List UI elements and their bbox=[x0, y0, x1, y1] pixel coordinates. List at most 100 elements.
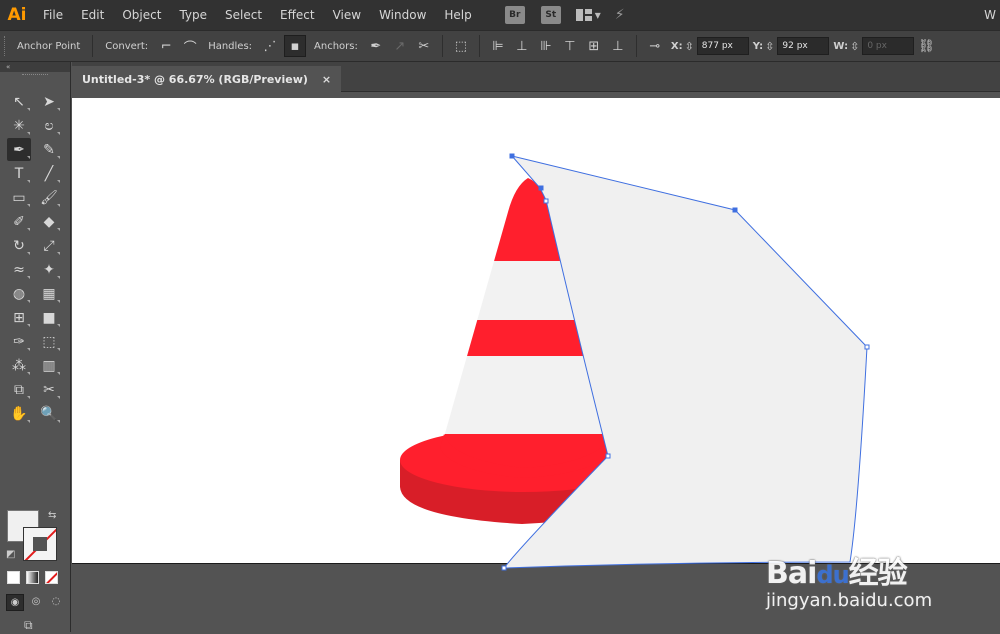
draw-mode-row: ◉ ◎ ◌ bbox=[6, 594, 64, 611]
menu-effect[interactable]: Effect bbox=[271, 0, 324, 30]
menu-object[interactable]: Object bbox=[113, 0, 170, 30]
align-to-icon[interactable]: ⬚ bbox=[451, 36, 471, 56]
eraser-tool-icon[interactable]: ◆ bbox=[37, 210, 61, 233]
x-field[interactable]: 877 px bbox=[696, 37, 749, 55]
fill-mode-row bbox=[7, 571, 58, 584]
draw-behind-icon[interactable]: ◎ bbox=[28, 594, 44, 609]
menu-window[interactable]: Window bbox=[370, 0, 435, 30]
lasso-tool-icon[interactable]: ಲ bbox=[37, 114, 61, 137]
watermark-brand: Bai bbox=[766, 556, 817, 591]
close-tab-icon[interactable]: × bbox=[322, 73, 331, 86]
shaper-tool-icon[interactable]: ✐ bbox=[7, 210, 31, 233]
magic-wand-tool-icon[interactable]: ✳ bbox=[7, 114, 31, 137]
puppet-warp-tool-icon[interactable]: ✦ bbox=[37, 258, 61, 281]
baidu-watermark: Baidu经验 jingyan.baidu.com bbox=[766, 548, 932, 611]
gpu-performance-icon[interactable]: ⚡ bbox=[615, 7, 625, 23]
shape-builder-tool-icon[interactable]: ◍ bbox=[7, 282, 31, 305]
align-center-icon[interactable]: ⊥ bbox=[512, 36, 532, 56]
menu-help[interactable]: Help bbox=[435, 0, 480, 30]
document-tab-bar: Untitled-3* @ 66.67% (RGB/Preview) × bbox=[72, 62, 1000, 92]
convert-to-smooth-icon[interactable]: ⌒ bbox=[180, 36, 200, 56]
y-field[interactable]: 92 px bbox=[777, 37, 830, 55]
tools-panel-collapse[interactable]: « bbox=[0, 62, 70, 72]
watermark-brand-cn: 经验 bbox=[848, 556, 908, 591]
blend-tool-icon[interactable]: ⬚ bbox=[37, 330, 61, 353]
artboard-tool-icon[interactable]: ⧉ bbox=[7, 378, 31, 401]
symbol-sprayer-tool-icon[interactable]: ⁂ bbox=[7, 354, 31, 377]
tool-grid: ↖ ➤ ✳ ಲ ✒ ✎ T ╱ ▭ 🖌 ✐ ◆ ↻ ⤢ ≈ ✦ ◍ ▦ ⊞ ■ ✑ ⬚ ⁂ ▥ ⧉ ✂ ✋ 🔍 bbox=[7, 90, 63, 425]
y-label: Y: bbox=[752, 40, 764, 52]
show-handles-icon[interactable]: ⋰ bbox=[260, 36, 280, 56]
draw-normal-icon[interactable]: ◉ bbox=[6, 594, 24, 611]
chevron-down-icon: ▾ bbox=[594, 8, 601, 22]
anchor-point-label: Anchor Point bbox=[17, 40, 81, 52]
anchors-label: Anchors: bbox=[314, 40, 358, 52]
scale-tool-icon[interactable]: ⤢ bbox=[37, 234, 61, 257]
document-tab[interactable]: Untitled-3* @ 66.67% (RGB/Preview) × bbox=[72, 66, 342, 92]
arrange-documents-button[interactable]: ▾ bbox=[575, 8, 601, 22]
tools-panel-grip[interactable] bbox=[22, 74, 48, 81]
curvature-tool-icon[interactable]: ✎ bbox=[37, 138, 61, 161]
gradient-mode-button[interactable] bbox=[26, 571, 39, 584]
width-tool-icon[interactable]: ≈ bbox=[7, 258, 31, 281]
type-tool-icon[interactable]: T bbox=[7, 162, 31, 185]
menu-edit[interactable]: Edit bbox=[72, 0, 113, 30]
handles-label: Handles: bbox=[208, 40, 253, 52]
hand-tool-icon[interactable]: ✋ bbox=[7, 402, 31, 425]
document-tab-title: Untitled-3* @ 66.67% (RGB/Preview) bbox=[82, 72, 308, 86]
default-fill-stroke-icon[interactable]: ◩ bbox=[6, 549, 16, 560]
tools-panel: « ↖ ➤ ✳ ಲ ✒ ✎ T ╱ ▭ 🖌 ✐ ◆ ↻ ⤢ ≈ ✦ ◍ ▦ ⊞ ■ ✑ ⬚ ⁂ ▥ ⧉ ✂ ✋ 🔍 ⇆ ◩ ◉ ◎ ◌… bbox=[0, 62, 71, 632]
reference-point-icon[interactable]: ⊸ bbox=[645, 36, 665, 56]
x-label: X: bbox=[670, 40, 683, 52]
align-top-icon[interactable]: ⊤ bbox=[560, 36, 580, 56]
menu-bar: Ai File Edit Object Type Select Effect V… bbox=[0, 0, 1000, 30]
control-bar: Anchor Point Convert: ⌐ ⌒ Handles: ⋰ ▪ A… bbox=[0, 30, 1000, 62]
cut-path-icon[interactable]: ✂ bbox=[414, 36, 434, 56]
connect-anchors-icon[interactable]: ↗ bbox=[390, 36, 410, 56]
canvas-area[interactable]: Baidu经验 jingyan.baidu.com bbox=[72, 92, 1000, 632]
y-stepper-icon[interactable]: ⇳ bbox=[765, 40, 774, 53]
menu-view[interactable]: View bbox=[324, 0, 370, 30]
align-right-icon[interactable]: ⊪ bbox=[536, 36, 556, 56]
w-field[interactable]: 0 px bbox=[862, 37, 915, 55]
zoom-tool-icon[interactable]: 🔍 bbox=[37, 402, 61, 425]
w-label: W: bbox=[833, 40, 849, 52]
rectangle-tool-icon[interactable]: ▭ bbox=[7, 186, 31, 209]
direct-selection-tool-icon[interactable]: ➤ bbox=[37, 90, 61, 113]
stock-button[interactable]: St bbox=[540, 6, 561, 24]
convert-to-corner-icon[interactable]: ⌐ bbox=[156, 36, 176, 56]
column-graph-tool-icon[interactable]: ▥ bbox=[37, 354, 61, 377]
none-mode-button[interactable] bbox=[45, 571, 58, 584]
rotate-tool-icon[interactable]: ↻ bbox=[7, 234, 31, 257]
slice-tool-icon[interactable]: ✂ bbox=[37, 378, 61, 401]
hide-handles-icon[interactable]: ▪ bbox=[284, 35, 307, 57]
align-left-icon[interactable]: ⊫ bbox=[488, 36, 508, 56]
w-stepper-icon[interactable]: ⇳ bbox=[850, 40, 859, 53]
perspective-grid-tool-icon[interactable]: ▦ bbox=[37, 282, 61, 305]
swap-fill-stroke-icon[interactable]: ⇆ bbox=[48, 510, 56, 521]
constrain-proportions-icon[interactable]: ⛓ bbox=[916, 36, 936, 56]
pen-tool-icon[interactable]: ✒ bbox=[7, 138, 31, 161]
menu-file[interactable]: File bbox=[34, 0, 72, 30]
align-middle-icon[interactable]: ⊞ bbox=[584, 36, 604, 56]
color-mode-button[interactable] bbox=[7, 571, 20, 584]
mesh-tool-icon[interactable]: ⊞ bbox=[7, 306, 31, 329]
align-bottom-icon[interactable]: ⊥ bbox=[608, 36, 628, 56]
stroke-swatch[interactable] bbox=[23, 527, 57, 561]
workspace-switcher[interactable]: W bbox=[984, 0, 996, 30]
bridge-button[interactable]: Br bbox=[504, 6, 525, 24]
selection-tool-icon[interactable]: ↖ bbox=[7, 90, 31, 113]
draw-inside-icon[interactable]: ◌ bbox=[48, 594, 64, 609]
eyedropper-tool-icon[interactable]: ✑ bbox=[7, 330, 31, 353]
convert-label: Convert: bbox=[105, 40, 149, 52]
app-logo: Ai bbox=[7, 5, 27, 25]
line-tool-icon[interactable]: ╱ bbox=[37, 162, 61, 185]
x-stepper-icon[interactable]: ⇳ bbox=[685, 40, 694, 53]
gradient-tool-icon[interactable]: ■ bbox=[37, 306, 61, 329]
menu-select[interactable]: Select bbox=[216, 0, 271, 30]
paintbrush-tool-icon[interactable]: 🖌 bbox=[37, 186, 61, 209]
remove-anchor-icon[interactable]: ✒ bbox=[366, 36, 386, 56]
control-bar-grip[interactable] bbox=[4, 36, 11, 56]
watermark-paw: du bbox=[816, 561, 849, 589]
menu-type[interactable]: Type bbox=[170, 0, 216, 30]
